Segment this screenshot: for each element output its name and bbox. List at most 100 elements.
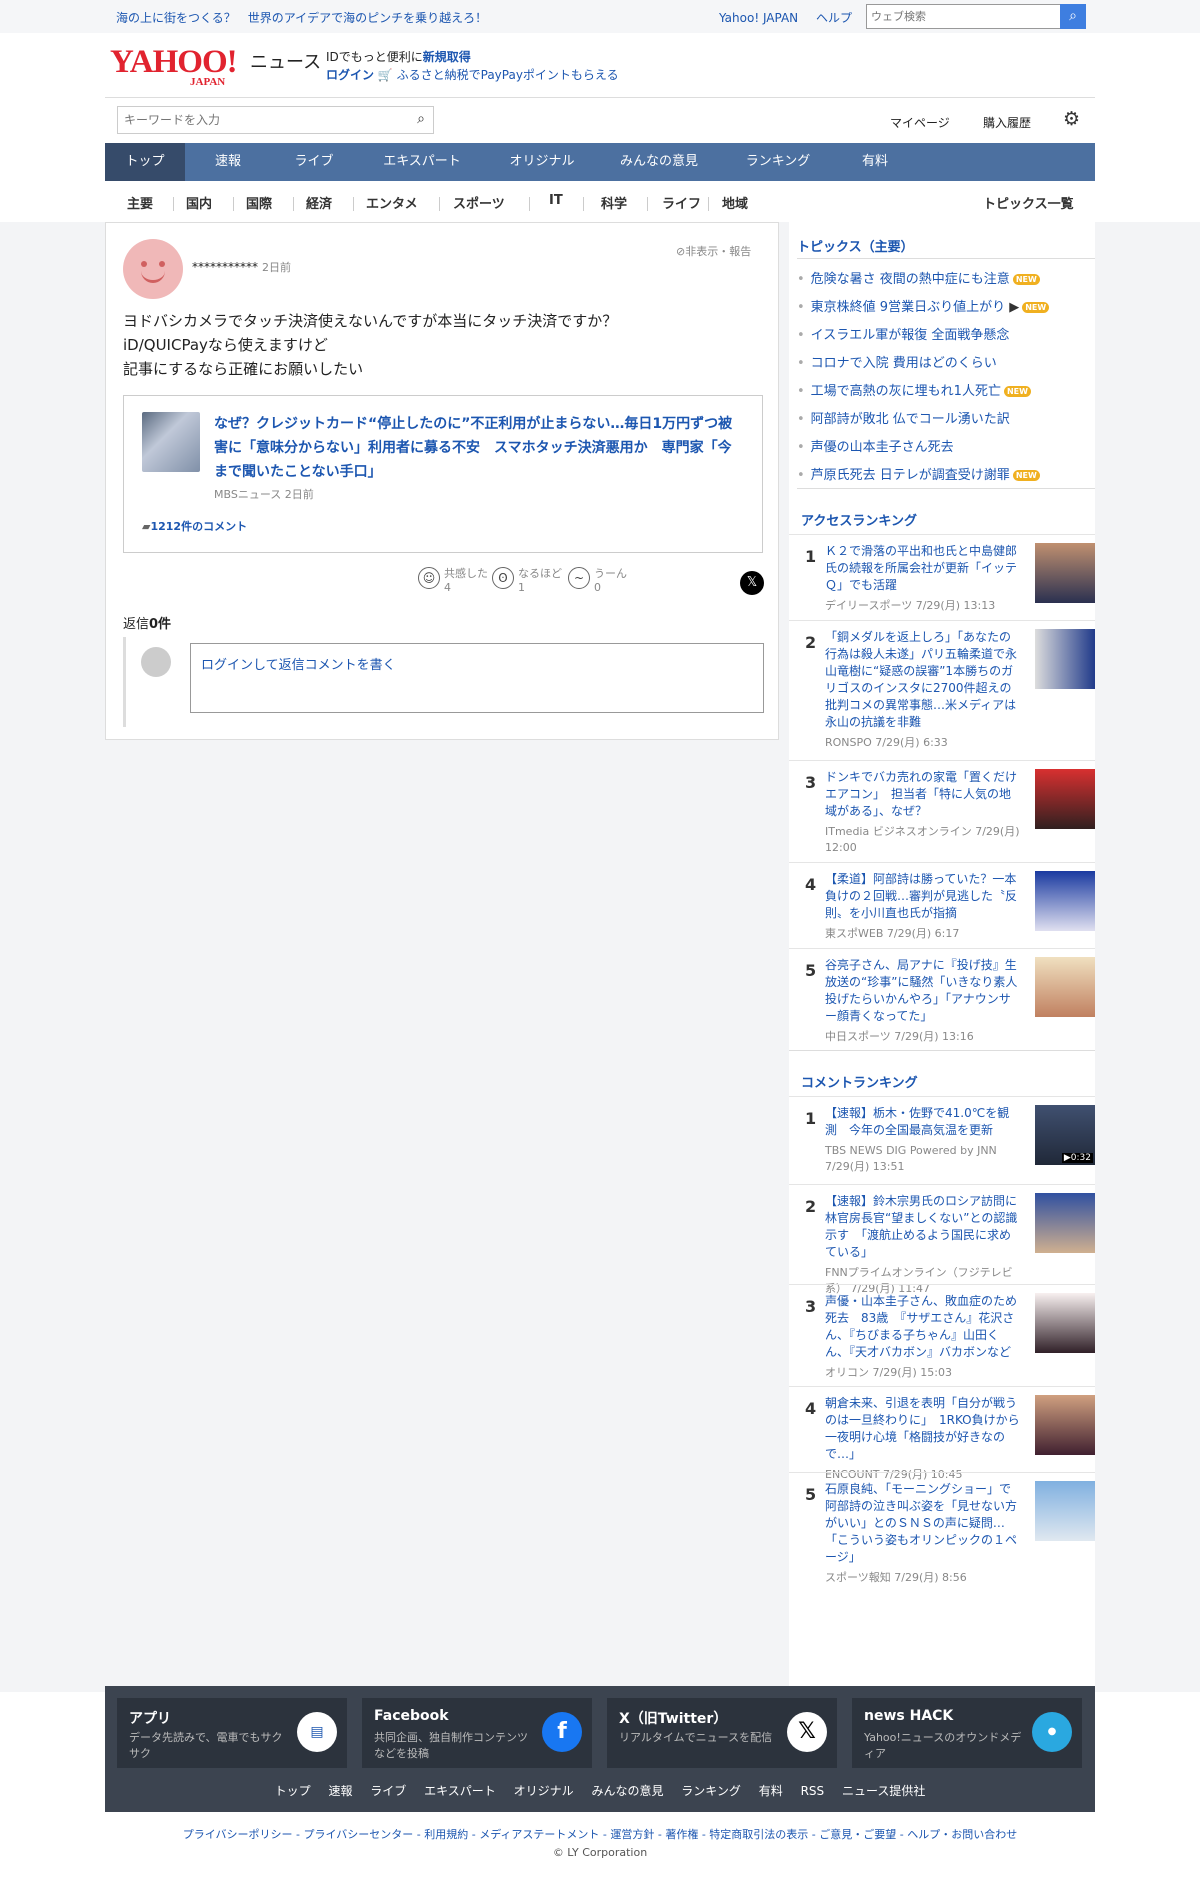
ranking-item[interactable]: 1 【速報】栃木・佐野で41.0℃を観測 今年の全国最高気温を更新 TBS NEWS… [789,1096,1095,1184]
tab-live[interactable]: ライブ [271,143,357,181]
search-icon[interactable]: ⌕ [417,111,425,127]
ranking-item[interactable]: 4 【柔道】阿部詩は勝っていた？一本負けの２回戦…審判が見逃した〝反則〟を小川直也… [789,862,1095,948]
topic-item[interactable]: 芦原氏死去 日テレが調査受け謝罪NEW [797,464,1040,483]
ranking-thumbnail [1035,1293,1095,1353]
reaction-insightful[interactable]: ʘ なるほど 1 [492,567,562,595]
web-search-input[interactable] [867,5,1057,28]
tab-paid[interactable]: 有料 [835,143,915,181]
access-ranking-heading: アクセスランキング [801,514,917,529]
footer-link[interactable]: オリジナル [514,1784,574,1798]
footer-link[interactable]: エキスパート [424,1784,496,1798]
reaction-hmm[interactable]: ~ うーん 0 [568,567,627,595]
topic-item[interactable]: 阿部詩が敗北 仏でコール湧いた訳 [797,408,1010,427]
comment-time: 2日前 [262,261,291,274]
tab-expert[interactable]: エキスパート [357,143,487,181]
login-link[interactable]: ログイン [326,68,374,82]
footer-facebook[interactable]: Facebook 共同企画、独自制作コンテンツなどを投稿 f [362,1698,592,1768]
surprised-icon: ʘ [492,567,514,589]
legal-links[interactable]: プライバシーポリシー - プライバシーセンター - 利用規約 - メディアステー… [0,1826,1200,1842]
footer-links: トップ 速報 ライブ エキスパート オリジナル みんなの意見 ランキング 有料 … [105,1782,1095,1799]
footer-link[interactable]: 速報 [328,1784,352,1798]
tab-original[interactable]: オリジナル [487,143,597,181]
ranking-item[interactable]: 2 【速報】鈴木宗男氏のロシア訪問に林官房長官“望ましくない”との認識示す 「渡航… [789,1184,1095,1295]
article-comment-count[interactable]: ▰1212件のコメント [142,518,247,534]
ranking-thumbnail [1035,1193,1095,1253]
yahoo-logo[interactable]: YAHOO! JAPAN [110,46,238,89]
id-promo: IDでもっと便利に新規取得 ログイン 🛒 ふるさと納税でPayPayポイントもら… [326,50,619,82]
tab-ranking[interactable]: ランキング [721,143,835,181]
footer-app[interactable]: アプリ データ先読みで、電車でもサクサク ▤ [117,1698,347,1768]
ranking-item[interactable]: 3 声優・山本圭子さん、敗血症のため死去 83歳 『サザエさん』花沢さん、『ちびま… [789,1284,1095,1386]
tab-opinion[interactable]: みんなの意見 [597,143,721,181]
ranking-item[interactable]: 5 石原良純、「モーニングショー」で阿部詩の泣き叫ぶ姿を「見せない方がいい」とのＳ… [789,1472,1095,1584]
ranking-item[interactable]: 3 ドンキでバカ売れの家電「置くだけエアコン」 担当者「特に人気の地域がある」、な… [789,760,1095,862]
tab-breaking[interactable]: 速報 [185,143,271,181]
topics-heading: トピックス（主要） [797,240,914,255]
article-title[interactable]: なぜ？クレジットカード“停止したのに”不正利用が止まらない…毎日1万円ずつ被害に… [214,412,744,484]
reaction-agree[interactable]: ☺ 共感した 4 [418,567,488,595]
footer-link[interactable]: トップ [275,1784,311,1798]
footer: アプリ データ先読みで、電車でもサクサク ▤ Facebook 共同企画、独自制作コン… [105,1686,1095,1812]
reply-input[interactable]: ログインして返信コメントを書く [190,643,764,713]
article-card[interactable]: なぜ？クレジットカード“停止したのに”不正利用が止まらない…毎日1万円ずつ被害に… [123,395,763,553]
ranking-thumbnail [1035,1481,1095,1541]
cat-domestic[interactable]: 国内 [186,193,212,212]
reply-count: 返信0件 [123,617,172,632]
footer-link[interactable]: RSS [801,1784,825,1798]
cat-sports[interactable]: スポーツ [453,193,505,212]
ranking-item[interactable]: 5 谷亮子さん、局アナに『投げ技』生放送の“珍事”に騒然「いきなり素人投げたらいか… [789,948,1095,1050]
footer-newshack[interactable]: news HACK Yahoo!ニュースのオウンドメディア ● [852,1698,1082,1768]
cat-entertainment[interactable]: エンタメ [366,193,418,212]
main-nav: トップ 速報 ライブ エキスパート オリジナル みんなの意見 ランキング 有料 [105,143,1095,181]
footer-x[interactable]: X（旧Twitter） リアルタイムでニュースを配信 𝕏 [607,1698,837,1768]
history-link[interactable]: 購入履歴 [983,114,1031,131]
gear-icon[interactable]: ⚙ [1063,108,1080,130]
topic-item[interactable]: 声優の山本圭子さん死去 [797,436,954,455]
guest-avatar [141,647,171,677]
ranking-thumbnail [1035,769,1095,829]
cat-life[interactable]: ライフ [662,193,701,212]
article-thumbnail [142,412,200,472]
comment-user: *********** 2日前 [192,260,291,274]
footer-link[interactable]: ランキング [681,1784,741,1798]
footer-link[interactable]: ライブ [370,1784,406,1798]
cat-economy[interactable]: 経済 [306,193,332,212]
promo-link[interactable]: 海の上に街をつくる？ 世界のアイデアで海のピンチを乗り越えろ！ [116,9,487,26]
ranking-item[interactable]: 2 「銅メダルを返上しろ」「あなたの行為は殺人未遂」パリ五輪柔道で永山竜樹に“疑惑… [789,620,1095,760]
topic-item[interactable]: 危険な暑さ 夜間の熱中症にも注意NEW [797,268,1040,287]
mypage-link[interactable]: マイページ [890,114,950,131]
x-share-icon[interactable]: 𝕏 [740,571,764,595]
keyword-search-input[interactable] [118,107,398,133]
footer-link[interactable]: 有料 [759,1784,783,1798]
comment-ranking-heading: コメントランキング [801,1076,918,1091]
cat-it[interactable]: IT [549,193,563,208]
yahoo-japan-link[interactable]: Yahoo! JAPAN [719,11,798,25]
tab-top[interactable]: トップ [105,143,185,181]
topics-list-link[interactable]: トピックス一覧 [983,193,1074,212]
thinking-icon: ~ [568,567,590,589]
cat-world[interactable]: 国際 [246,193,272,212]
cat-local[interactable]: 地域 [722,193,748,212]
register-link[interactable]: 新規取得 [423,50,471,64]
help-link[interactable]: ヘルプ [816,11,852,25]
web-search-button[interactable]: ⌕ [1060,4,1086,29]
footer-link[interactable]: ニュース提供社 [842,1784,925,1798]
ranking-item[interactable]: 1 Ｋ２で滑落の平出和也氏と中島健郎氏の続報を所属会社が更新「イッテＱ」でも活躍デ… [789,534,1095,620]
cat-science[interactable]: 科学 [601,193,627,212]
ranking-thumbnail [1035,629,1095,689]
topic-item[interactable]: 東京株終値 9営業日ぶり値上がり ▶NEW [797,296,1050,315]
hide-report-link[interactable]: ⊘非表示・報告 [676,243,751,259]
furusato-link[interactable]: ふるさと納税でPayPayポイントもらえる [397,68,619,82]
divider [105,97,1095,98]
topic-item[interactable]: 工場で高熱の灰に埋もれ1人死亡NEW [797,380,1031,399]
topic-item[interactable]: コロナで入院 費用はどのくらい [797,352,997,371]
video-duration: ▶0:32 [1061,1153,1093,1163]
top-bar: 海の上に街をつくる？ 世界のアイデアで海のピンチを乗り越えろ！ Yahoo! J… [0,0,1200,33]
new-badge: NEW [1012,470,1040,481]
cat-main[interactable]: 主要 [127,193,153,212]
copyright: © LY Corporation [552,1846,648,1859]
footer-link[interactable]: みんなの意見 [591,1784,663,1798]
topic-item[interactable]: イスラエル軍が報復 全面戦争懸念 [797,324,1010,343]
ranking-item[interactable]: 4 朝倉未来、引退を表明「自分が戦うのは一旦終わりに」 1RKO負けから一夜明け心… [789,1386,1095,1481]
news-logo-text[interactable]: ニュース [250,48,321,74]
